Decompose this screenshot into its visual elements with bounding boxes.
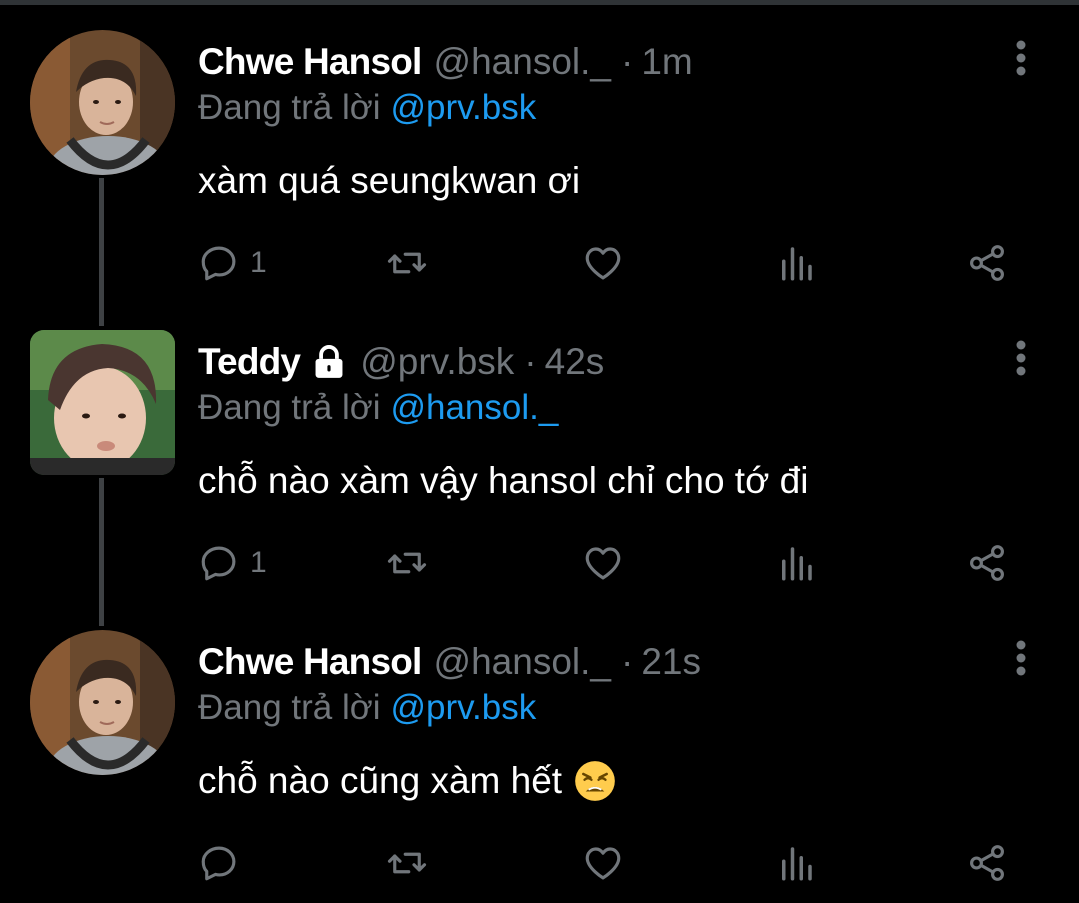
more-vertical-icon[interactable] [1004,640,1038,680]
reply-mention-link[interactable]: @hansol._ [390,388,558,427]
tweet[interactable]: Teddy @prv.bsk · 42s Đang trả lời @hansol… [0,300,1079,600]
reply-mention-link[interactable]: @prv.bsk [390,688,536,727]
reply-count: 1 [250,546,267,579]
reply-context: Đang trả lời @prv.bsk [198,688,536,728]
action-bar [198,840,1028,886]
more-vertical-icon[interactable] [1004,340,1038,380]
share-button[interactable] [966,240,1008,286]
views-icon [782,247,812,281]
reply-button[interactable]: 1 [198,240,267,286]
timestamp[interactable]: 42s [545,341,605,383]
retweet-icon [387,852,427,874]
separator-dot: · [524,341,537,382]
views-button[interactable] [775,240,817,286]
user-handle[interactable]: @hansol._ [434,641,611,683]
tweet[interactable]: Chwe Hansol @hansol._ · 1m Đang trả lời @… [0,0,1079,300]
retweet-button[interactable] [386,840,428,886]
like-button[interactable] [582,840,624,886]
lock-icon [315,345,343,378]
share-icon [970,545,1004,581]
weary-face-emoji [575,761,615,801]
tweet-text: chỗ nào xàm vậy hansol chỉ cho tớ đi [198,460,809,501]
tweet[interactable]: Chwe Hansol @hansol._ · 21s Đang trả lời… [0,600,1079,900]
views-icon [782,847,812,881]
reply-mention-link[interactable]: @prv.bsk [390,88,536,127]
reply-icon [201,846,236,881]
timestamp[interactable]: 21s [641,641,701,683]
share-button[interactable] [966,840,1008,886]
timestamp[interactable]: 1m [641,41,692,83]
like-button[interactable] [582,240,624,286]
display-name[interactable]: Chwe Hansol [198,641,422,683]
reply-icon [201,546,236,581]
separator-dot: · [620,641,634,682]
tweet-text-container: chỗ nào cũng xàm hết [198,760,616,802]
separator-dot: · [620,41,634,82]
reply-icon [201,246,236,281]
share-button[interactable] [966,540,1008,586]
avatar[interactable] [30,30,175,175]
heart-icon [585,847,621,880]
display-name[interactable]: Chwe Hansol [198,41,422,83]
retweet-icon [387,252,427,274]
share-icon [970,845,1004,881]
heart-icon [585,247,621,280]
tweet-text: chỗ nào cũng xàm hết [198,760,563,801]
reply-context: Đang trả lời @prv.bsk [198,88,536,128]
retweet-button[interactable] [386,540,428,586]
user-handle[interactable]: @hansol._ [434,41,611,83]
like-button[interactable] [582,540,624,586]
user-handle[interactable]: @prv.bsk [360,341,514,383]
display-name[interactable]: Teddy [198,341,301,383]
reply-count: 1 [250,246,267,279]
reply-prefix: Đang trả lời [198,688,381,727]
reply-button[interactable]: 1 [198,540,267,586]
avatar[interactable] [30,630,175,775]
views-button[interactable] [775,840,817,886]
tweet-text: xàm quá seungkwan ơi [198,160,581,201]
views-button[interactable] [775,540,817,586]
action-bar: 1 [198,540,1028,586]
heart-icon [585,547,621,580]
reply-context: Đang trả lời @hansol._ [198,388,558,428]
reply-prefix: Đang trả lời [198,88,381,127]
retweet-button[interactable] [386,240,428,286]
share-icon [970,245,1004,281]
views-icon [782,547,812,581]
reply-button[interactable] [198,840,250,886]
reply-prefix: Đang trả lời [198,388,381,427]
retweet-icon [387,552,427,574]
action-bar: 1 [198,240,1028,286]
avatar[interactable] [30,330,175,475]
more-vertical-icon[interactable] [1004,40,1038,80]
